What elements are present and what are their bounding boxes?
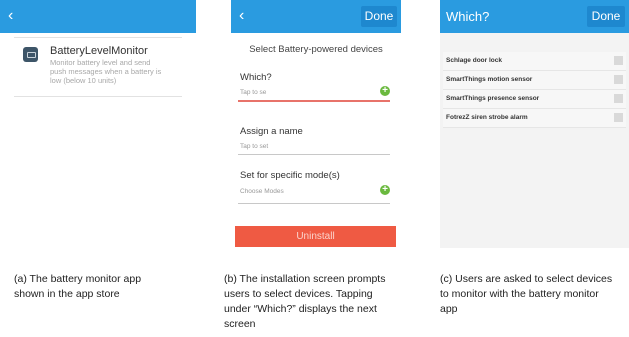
- divider: [14, 37, 182, 38]
- device-name: SmartThings motion sensor: [446, 76, 533, 83]
- device-name: FotrezZ siren strobe alarm: [446, 114, 528, 121]
- mode-underline: [238, 203, 390, 204]
- checkbox[interactable]: [614, 113, 623, 122]
- caption-b: (b) The installation screen prompts user…: [224, 273, 386, 330]
- chevron-left-icon[interactable]: ‹: [239, 8, 244, 24]
- device-name: Schlage door lock: [446, 57, 502, 64]
- checkbox[interactable]: [614, 75, 623, 84]
- screen-title: Which?: [446, 9, 490, 24]
- device-name: SmartThings presence sensor: [446, 95, 540, 102]
- battery-app-icon: [23, 47, 38, 62]
- name-field[interactable]: Tap to set: [240, 143, 268, 150]
- checkbox[interactable]: [614, 56, 623, 65]
- device-select-panel: Which? Done Schlage door lock SmartThing…: [440, 0, 629, 248]
- mode-label: Set for specific mode(s): [240, 170, 340, 181]
- caption-a: (a) The battery monitor app shown in the…: [14, 273, 142, 300]
- done-button[interactable]: Done: [587, 6, 625, 27]
- app-name: BatteryLevelMonitor: [50, 45, 148, 57]
- checkbox[interactable]: [614, 94, 623, 103]
- done-button[interactable]: Done: [361, 6, 397, 27]
- divider: [14, 96, 182, 97]
- which-label: Which?: [240, 72, 272, 83]
- caption-c: (c) Users are asked to select devices to…: [440, 273, 613, 315]
- add-plus-icon[interactable]: +: [380, 185, 390, 195]
- top-bar: ‹ Done: [231, 0, 401, 33]
- uninstall-button[interactable]: Uninstall: [235, 226, 396, 247]
- app-store-panel: ‹ BatteryLevelMonitor Monitor battery le…: [0, 0, 196, 252]
- section-heading: Select Battery-powered devices: [249, 44, 383, 55]
- name-underline: [238, 154, 390, 155]
- which-underline: [238, 100, 390, 102]
- which-field[interactable]: Tap to se: [240, 89, 266, 96]
- installation-panel: ‹ Done Select Battery-powered devices Wh…: [231, 0, 401, 252]
- mode-field[interactable]: Choose Modes: [240, 188, 284, 195]
- device-row[interactable]: Schlage door lock: [443, 52, 626, 71]
- app-description: Monitor battery level and send push mess…: [50, 58, 162, 85]
- device-row[interactable]: FotrezZ siren strobe alarm: [443, 109, 626, 128]
- device-row[interactable]: SmartThings motion sensor: [443, 71, 626, 90]
- device-row[interactable]: SmartThings presence sensor: [443, 90, 626, 109]
- top-bar: Which? Done: [440, 0, 629, 33]
- chevron-left-icon[interactable]: ‹: [8, 8, 13, 24]
- name-label: Assign a name: [240, 126, 303, 137]
- add-plus-icon[interactable]: +: [380, 86, 390, 96]
- top-bar: ‹: [0, 0, 196, 33]
- device-list: Schlage door lock SmartThings motion sen…: [443, 52, 626, 128]
